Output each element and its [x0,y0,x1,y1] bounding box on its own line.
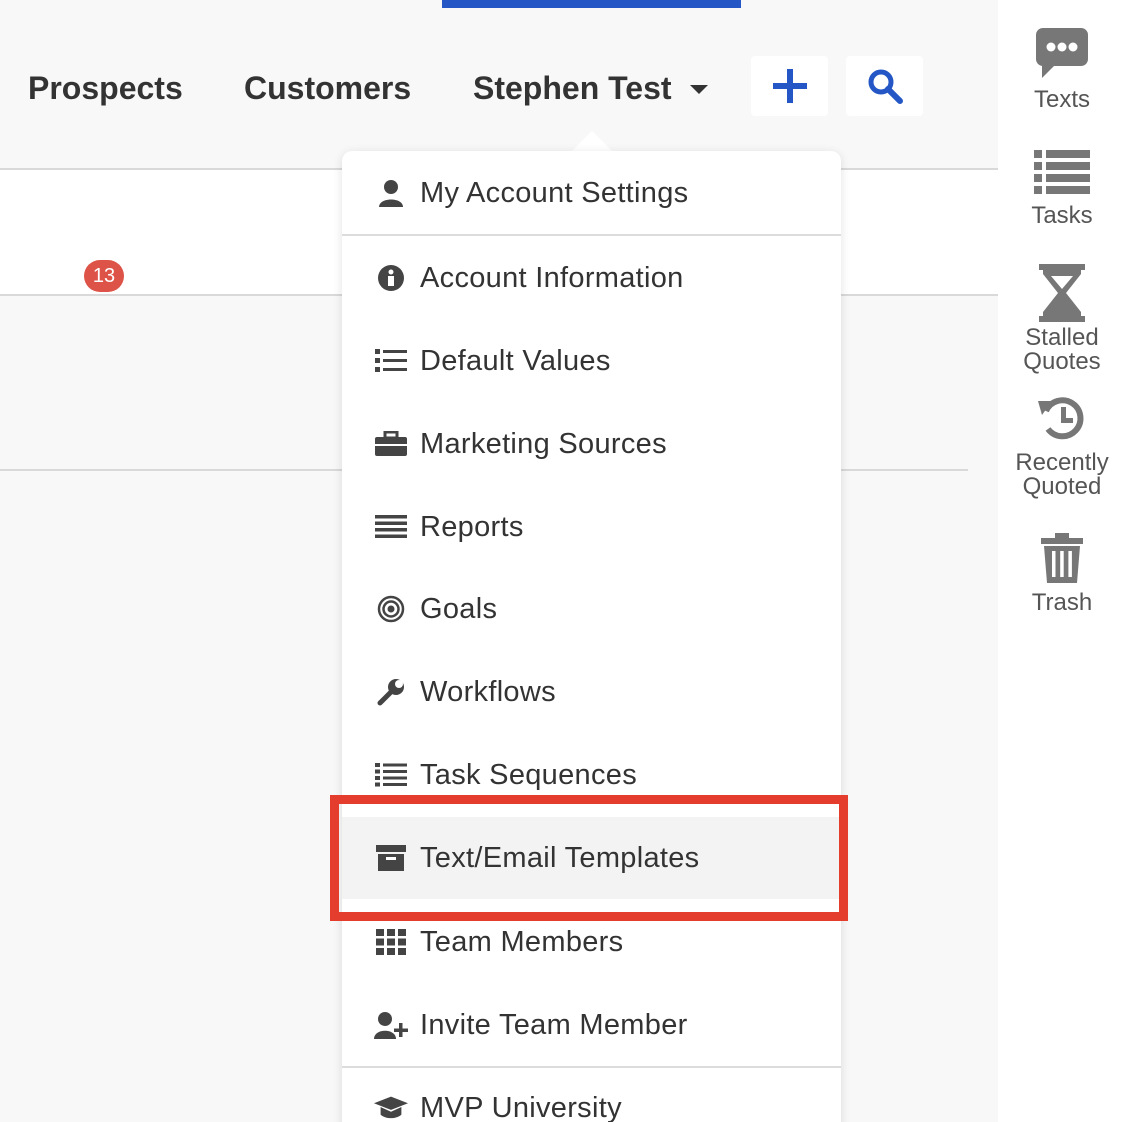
bullseye-icon [374,592,408,626]
task-list-icon [1032,148,1092,196]
menu-item-team-members[interactable]: Team Members [342,909,841,975]
menu-item-goals[interactable]: Goals [342,576,841,642]
sidebar-label-line2: Quotes [1023,348,1101,375]
menu-item-workflows[interactable]: Workflows [342,659,841,725]
menu-item-label: Task Sequences [420,758,637,791]
hourglass-icon [1037,264,1087,322]
menu-item-reports[interactable]: Reports [342,494,841,560]
menu-item-account-information[interactable]: Account Information [342,245,841,311]
menu-item-invite-team-member[interactable]: Invite Team Member [342,992,841,1058]
stalled-quotes-count-badge: 13 [84,260,124,292]
menu-item-label: Workflows [420,675,556,708]
user-plus-icon [374,1008,408,1042]
chat-bubble-icon [1034,26,1090,80]
user-icon [374,176,408,210]
sidebar-item-texts[interactable]: Texts [998,26,1126,112]
briefcase-icon [374,427,408,461]
sidebar-item-trash[interactable]: Trash [998,533,1126,615]
menu-item-default-values[interactable]: Default Values [342,328,841,394]
dropdown-pointer [572,131,612,151]
sidebar-label: Trash [1031,589,1093,616]
menu-item-mvp-university[interactable]: MVP University [342,1075,841,1122]
menu-item-label: Invite Team Member [420,1008,688,1041]
caret-down-icon [689,84,708,94]
sidebar-label: Texts [1033,86,1090,113]
nav-prospects[interactable]: Prospects [28,68,183,108]
info-circle-icon [374,261,408,295]
sidebar-label-line1: Stalled [1025,324,1099,351]
plus-icon [772,69,807,103]
archive-icon [374,841,408,875]
menu-item-marketing-sources[interactable]: Marketing Sources [342,411,841,477]
history-icon [1034,393,1090,445]
add-button[interactable] [751,56,828,116]
menu-divider [342,1066,841,1068]
account-dropdown-menu: My Account Settings Account Information … [342,151,841,1122]
top-navigation: Prospects Customers Stephen Test [0,0,998,170]
sidebar-label: Tasks [1031,202,1093,229]
menu-item-label: Text/Email Templates [420,841,700,874]
menu-item-label: My Account Settings [420,176,689,209]
menu-item-label: Account Information [420,261,684,294]
menu-item-text-email-templates[interactable]: Text/Email Templates [342,817,841,899]
list-icon [374,758,408,792]
sidebar-item-stalled-quotes[interactable]: Stalled Quotes [998,264,1126,374]
sidebar-item-recently-quoted[interactable]: Recently Quoted [998,393,1126,499]
sidebar-item-tasks[interactable]: Tasks [998,148,1126,228]
grid-icon [374,925,408,959]
bars-icon [374,510,408,544]
menu-item-label: Default Values [420,344,611,377]
search-icon [868,69,903,104]
nav-customers[interactable]: Customers [244,68,411,108]
menu-item-task-sequences[interactable]: Task Sequences [342,742,841,808]
wrench-icon [374,675,408,709]
menu-item-label: Marketing Sources [420,427,667,460]
menu-divider [342,234,841,236]
menu-item-label: Reports [420,510,524,543]
right-sidebar: Texts Tasks Stalled Quotes Recently Quot… [998,0,1126,1122]
user-name: Stephen Test [473,70,672,106]
menu-item-label: Goals [420,592,498,625]
sidebar-label-line2: Quoted [1022,473,1102,500]
user-menu-toggle[interactable]: Stephen Test [473,68,708,108]
graduation-cap-icon [374,1091,408,1122]
list-icon [374,344,408,378]
menu-item-label: Team Members [420,925,624,958]
trash-icon [1039,533,1085,583]
menu-item-my-account-settings[interactable]: My Account Settings [342,160,841,226]
search-button[interactable] [846,56,923,116]
sidebar-label-line1: Recently [1015,449,1109,476]
menu-item-label: MVP University [420,1091,622,1122]
